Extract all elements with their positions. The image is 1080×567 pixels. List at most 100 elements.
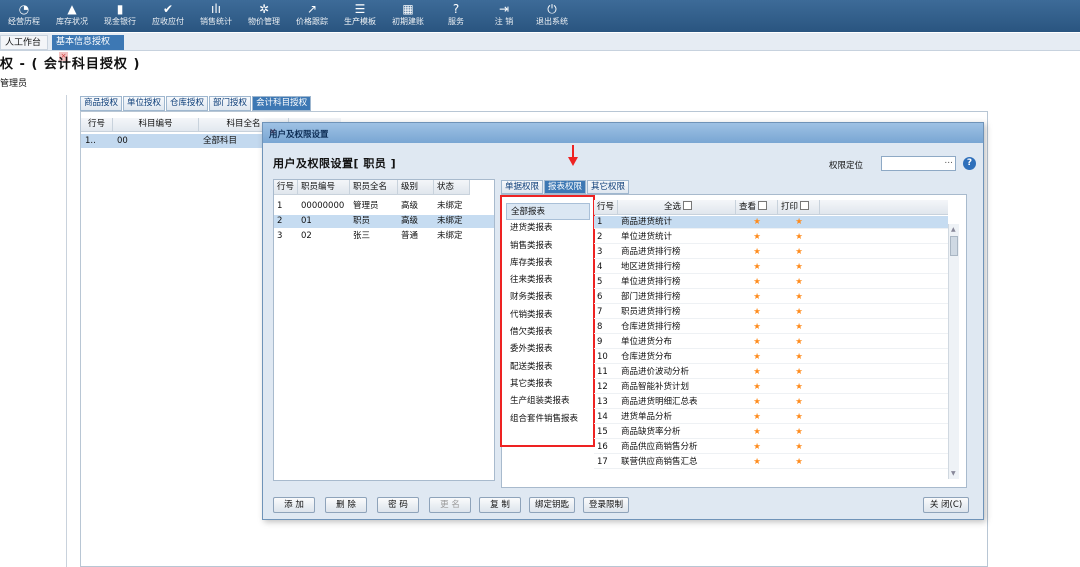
view-star-icon[interactable]: ★ [736,216,778,228]
view-star-icon[interactable]: ★ [736,366,778,378]
print-all-checkbox[interactable] [800,201,810,210]
tab-report-permission[interactable]: 报表权限 [544,180,587,194]
view-star-icon[interactable]: ★ [736,276,778,288]
print-star-icon[interactable]: ★ [778,396,820,408]
table-row[interactable]: 3 商品进货排行榜 ★ ★ [594,246,948,259]
table-row[interactable]: 11 商品进价波动分析 ★ ★ [594,366,948,379]
view-star-icon[interactable]: ★ [736,336,778,348]
table-row[interactable]: 13 商品进货明细汇总表 ★ ★ [594,396,948,409]
nav-item-price-mgmt[interactable]: ✲ 物价管理 [240,0,288,32]
view-star-icon[interactable]: ★ [736,291,778,303]
table-row[interactable]: 16 商品供应商销售分析 ★ ★ [594,441,948,454]
table-row[interactable]: 3 02 张三 普通 未绑定 [274,230,470,243]
print-star-icon[interactable]: ★ [778,441,820,453]
table-row[interactable]: 2 01 职员 高级 未绑定 [274,215,494,228]
column-header[interactable]: 状态 [434,180,470,194]
print-star-icon[interactable]: ★ [778,261,820,273]
help-icon[interactable]: ? [963,157,976,170]
nav-item-initial-setup[interactable]: ▦ 初期建账 [384,0,432,32]
print-star-icon[interactable]: ★ [778,216,820,228]
nav-item-receivables[interactable]: ✔ 应收应付 [144,0,192,32]
scroll-thumb[interactable] [950,236,958,256]
view-star-icon[interactable]: ★ [736,321,778,333]
column-header[interactable]: 行号 [594,200,618,214]
table-row[interactable]: 8 仓库进货排行榜 ★ ★ [594,321,948,334]
copy-button[interactable]: 复 制 [479,497,521,513]
table-row[interactable]: 1 00000000 管理员 高级 未绑定 [274,200,470,213]
tab-account-auth[interactable]: 会计科目授权 [252,96,312,111]
column-header[interactable]: 级别 [398,180,434,194]
nav-item-sales-stats[interactable]: ılı 销售统计 [192,0,240,32]
tab-document-permission[interactable]: 单据权限 [501,180,544,194]
nav-item-price-track[interactable]: ↗ 价格跟踪 [288,0,336,32]
table-row[interactable]: 9 单位进货分布 ★ ★ [594,336,948,349]
tab-warehouse-auth[interactable]: 仓库授权 [166,96,209,111]
nav-item-logout[interactable]: ⇥ 注 销 [480,0,528,32]
table-row[interactable]: 1 商品进货统计 ★ ★ [594,216,948,229]
table-row[interactable]: 5 单位进货排行榜 ★ ★ [594,276,948,289]
column-header-select-all[interactable]: 全选 [618,200,736,214]
column-header[interactable]: 职员全名 [350,180,398,194]
print-star-icon[interactable]: ★ [778,381,820,393]
password-button[interactable]: 密 码 [377,497,419,513]
bind-key-button[interactable]: 绑定钥匙 [529,497,575,513]
view-star-icon[interactable]: ★ [736,441,778,453]
ellipsis-icon[interactable]: ... [944,156,953,166]
view-star-icon[interactable]: ★ [736,381,778,393]
tab-other-permission[interactable]: 其它权限 [587,180,630,194]
table-row[interactable]: 10 仓库进货分布 ★ ★ [594,351,948,364]
print-star-icon[interactable]: ★ [778,306,820,318]
select-all-checkbox[interactable] [683,201,692,210]
nav-item-production[interactable]: ☰ 生产模板 [336,0,384,32]
print-star-icon[interactable]: ★ [778,426,820,438]
print-star-icon[interactable]: ★ [778,366,820,378]
tab-workbench[interactable]: 人工作台 [0,35,48,50]
view-star-icon[interactable]: ★ [736,231,778,243]
delete-button[interactable]: 删 除 [325,497,367,513]
scroll-up-icon[interactable]: ▲ [951,226,956,233]
table-row[interactable]: 17 联营供应商销售汇总 ★ ★ [594,456,948,469]
tab-department-auth[interactable]: 部门授权 [209,96,252,111]
tab-basic-auth[interactable]: 基本信息授权× [52,35,124,61]
nav-item-exit[interactable]: ⏻ 退出系统 [528,0,576,32]
login-restriction-button[interactable]: 登录限制 [583,497,629,513]
table-row[interactable]: 6 部门进货排行榜 ★ ★ [594,291,948,304]
column-header[interactable]: 行号 [274,180,298,194]
print-star-icon[interactable]: ★ [778,456,820,468]
nav-item-history[interactable]: ◔ 经营历程 [0,0,48,32]
dialog-titlebar[interactable]: 用户及权限设置 × [263,123,983,143]
print-star-icon[interactable]: ★ [778,411,820,423]
nav-item-inventory[interactable]: ▲ 库存状况 [48,0,96,32]
table-row[interactable]: 15 商品缺货率分析 ★ ★ [594,426,948,439]
table-row[interactable]: 4 地区进货排行榜 ★ ★ [594,261,948,274]
vertical-scrollbar[interactable]: ▲ ▼ [948,224,959,479]
print-star-icon[interactable]: ★ [778,276,820,288]
column-header-print[interactable]: 打印 [778,200,820,214]
close-icon[interactable]: × [269,127,975,137]
scroll-down-icon[interactable]: ▼ [951,470,956,477]
print-star-icon[interactable]: ★ [778,351,820,363]
column-header[interactable]: 科目编号 [113,118,199,131]
tab-unit-auth[interactable]: 单位授权 [123,96,166,111]
view-all-checkbox[interactable] [758,201,768,210]
nav-item-cash-bank[interactable]: ▮ 现金银行 [96,0,144,32]
view-star-icon[interactable]: ★ [736,246,778,258]
column-header[interactable]: 行号 [81,118,113,131]
view-star-icon[interactable]: ★ [736,306,778,318]
view-star-icon[interactable]: ★ [736,351,778,363]
table-row[interactable]: 7 职员进货排行榜 ★ ★ [594,306,948,319]
view-star-icon[interactable]: ★ [736,426,778,438]
print-star-icon[interactable]: ★ [778,321,820,333]
print-star-icon[interactable]: ★ [778,231,820,243]
tab-goods-auth[interactable]: 商品授权 [80,96,123,111]
print-star-icon[interactable]: ★ [778,291,820,303]
add-button[interactable]: 添 加 [273,497,315,513]
view-star-icon[interactable]: ★ [736,411,778,423]
table-row[interactable]: 12 商品智能补货计划 ★ ★ [594,381,948,394]
rename-button[interactable]: 更 名 [429,497,471,513]
nav-item-service[interactable]: ? 服务 [432,0,480,32]
view-star-icon[interactable]: ★ [736,261,778,273]
print-star-icon[interactable]: ★ [778,336,820,348]
column-header[interactable]: 职员编号 [298,180,350,194]
print-star-icon[interactable]: ★ [778,246,820,258]
